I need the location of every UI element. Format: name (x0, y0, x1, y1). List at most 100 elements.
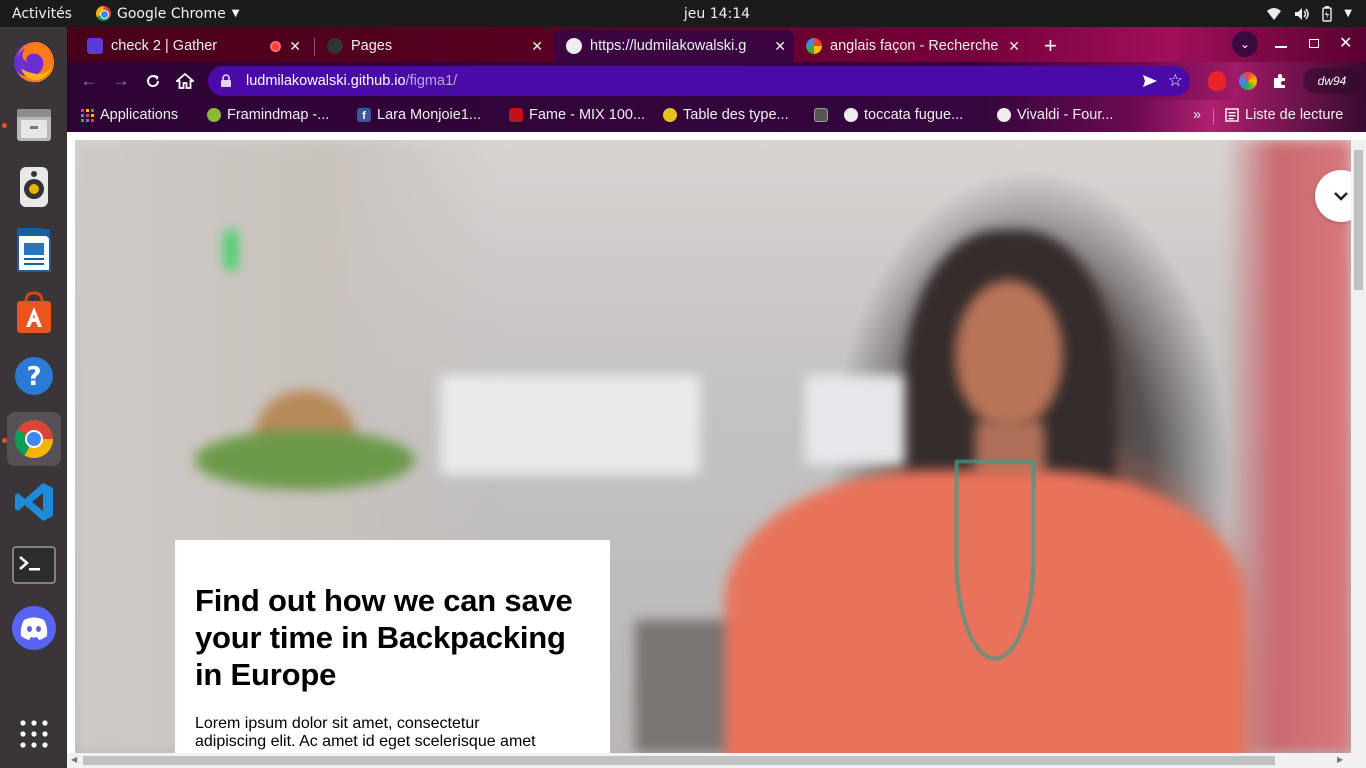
tab-gather[interactable]: check 2 | Gather ✕ (75, 30, 309, 62)
globe-icon (844, 108, 858, 122)
dock-rhythmbox[interactable] (7, 160, 61, 214)
bookmark-table-des-types[interactable]: Table des type... (663, 107, 789, 123)
apps-grid-icon (81, 108, 94, 122)
page-icon (814, 108, 828, 122)
wifi-icon (1267, 7, 1282, 20)
plants (195, 430, 415, 490)
dock-help[interactable]: ? (7, 349, 61, 403)
tab-title: Pages (351, 38, 393, 54)
dock-writer[interactable] (7, 223, 61, 277)
close-tab-icon[interactable]: ✕ (531, 38, 543, 55)
close-tab-icon[interactable]: ✕ (774, 38, 786, 55)
software-store-icon (17, 291, 51, 333)
bookmark-label: Fame - MIX 100... (529, 107, 646, 123)
bookmark-framindmap[interactable]: Framindmap -... (207, 107, 329, 123)
app-menu[interactable]: Google Chrome ▼ (96, 6, 239, 22)
system-top-bar: Activités Google Chrome ▼ jeu 14:14 ▼ (0, 0, 1366, 27)
dock-software[interactable] (7, 286, 61, 340)
reload-button[interactable] (142, 70, 164, 92)
app-grid-icon (20, 720, 48, 748)
bookmark-facebook[interactable]: f Lara Monjoie1... (357, 107, 481, 123)
address-bar[interactable]: ludmilakowalski.github.io/figma1/ ☆ (208, 66, 1190, 96)
horizontal-scrollbar[interactable]: ◀ ▶ (67, 753, 1366, 768)
hero-text-card: Find out how we can save your time in Ba… (175, 540, 610, 753)
tab-google-search[interactable]: anglais façon - Recherche ✕ (794, 30, 1028, 62)
new-tab-button[interactable]: + (1044, 33, 1057, 59)
browser-toolbar: ← → ludmilakowalski.github.io/figma1/ ☆ … (67, 62, 1366, 100)
back-button[interactable]: ← (78, 70, 100, 92)
vertical-scrollbar[interactable] (1351, 140, 1366, 753)
send-tab-icon[interactable] (1142, 74, 1158, 88)
show-applications-button[interactable] (7, 707, 61, 761)
close-tab-icon[interactable]: ✕ (1008, 38, 1020, 55)
url-path: /figma1/ (405, 73, 458, 89)
globe-icon (997, 108, 1011, 122)
bookmark-fame-mix[interactable]: Fame - MIX 100... (509, 107, 645, 123)
scrollbar-thumb[interactable] (1354, 150, 1363, 290)
dock-chrome[interactable] (7, 412, 61, 466)
home-button[interactable] (174, 70, 196, 92)
reload-icon (147, 75, 160, 88)
hero-headline: Find out how we can save your time in Ba… (195, 583, 573, 692)
dock-vscode[interactable] (7, 475, 61, 529)
bookmark-divider (1213, 108, 1214, 125)
scroll-left-arrow-icon[interactable]: ◀ (71, 755, 77, 764)
bookmarks-overflow-button[interactable]: » (1193, 107, 1201, 123)
tab-pages[interactable]: Pages ✕ (315, 30, 551, 62)
dock-discord[interactable] (7, 601, 61, 655)
face (955, 280, 1063, 430)
discord-icon (12, 606, 56, 650)
bookmark-label: Vivaldi - Four... (1017, 107, 1114, 123)
profile-text: dw94 (1317, 74, 1347, 88)
dock-terminal[interactable] (7, 538, 61, 592)
bookmark-vivaldi[interactable]: Vivaldi - Four... (997, 107, 1113, 123)
bookmark-applications[interactable]: Applications (81, 107, 178, 123)
minimize-button[interactable] (1275, 46, 1287, 48)
close-tab-icon[interactable]: ✕ (289, 38, 301, 55)
system-tray[interactable]: ▼ (1266, 0, 1352, 27)
bookmark-label: toccata fugue... (864, 107, 964, 123)
chrome-icon (96, 6, 111, 21)
overflow-label: » (1193, 107, 1202, 123)
profile-button[interactable]: dw94 (1303, 68, 1361, 94)
framindmap-icon (207, 108, 221, 122)
power-menu-chevron-icon: ▼ (1344, 8, 1352, 19)
chrome-window: check 2 | Gather ✕ Pages ✕ https://ludmi… (67, 27, 1366, 768)
writer-document-icon (17, 228, 51, 272)
reading-list-button[interactable]: Liste de lecture (1225, 107, 1343, 123)
extension-red-icon[interactable] (1208, 71, 1226, 91)
dock-files[interactable] (7, 97, 61, 151)
terminal-icon (12, 546, 56, 584)
facebook-icon: f (357, 108, 371, 122)
tab-title: anglais façon - Recherche (830, 38, 999, 54)
window-light (440, 375, 700, 475)
tab-ludmilakowalski[interactable]: https://ludmilakowalski.g ✕ (554, 30, 794, 62)
page-viewport: Find out how we can save your time in Ba… (75, 140, 1351, 753)
bookmark-label: Applications (100, 107, 179, 123)
speaker-icon (20, 167, 48, 207)
running-indicator (2, 438, 7, 443)
tab-search-button[interactable]: ⌄ (1232, 31, 1258, 57)
forward-button[interactable]: → (110, 70, 132, 92)
close-window-button[interactable]: ✕ (1339, 33, 1352, 53)
chevron-down-icon (1334, 192, 1348, 201)
extension-colorful-icon[interactable] (1239, 72, 1257, 90)
restore-button[interactable] (1309, 39, 1319, 48)
battery-icon (1322, 5, 1332, 22)
dock-firefox[interactable] (7, 34, 61, 88)
bookmark-label: Table des type... (683, 107, 789, 123)
scrollbar-thumb[interactable] (83, 756, 1275, 765)
volume-icon (1295, 7, 1310, 20)
recording-indicator-icon (270, 40, 281, 52)
extensions-button[interactable] (1269, 70, 1291, 92)
bookmarks-bar: Applications Framindmap -... f Lara Monj… (67, 100, 1366, 132)
files-icon (17, 109, 51, 141)
vscode-icon (15, 483, 53, 521)
bookmark-toccata[interactable]: toccata fugue... (814, 107, 963, 123)
gather-favicon-icon (87, 38, 103, 54)
bookmark-label: Lara Monjoie1... (377, 107, 481, 123)
bookmark-star-icon[interactable]: ☆ (1168, 71, 1183, 91)
activities-button[interactable]: Activités (0, 6, 96, 22)
url-host: ludmilakowalski.github.io (246, 73, 406, 89)
scroll-right-arrow-icon[interactable]: ▶ (1337, 755, 1343, 764)
